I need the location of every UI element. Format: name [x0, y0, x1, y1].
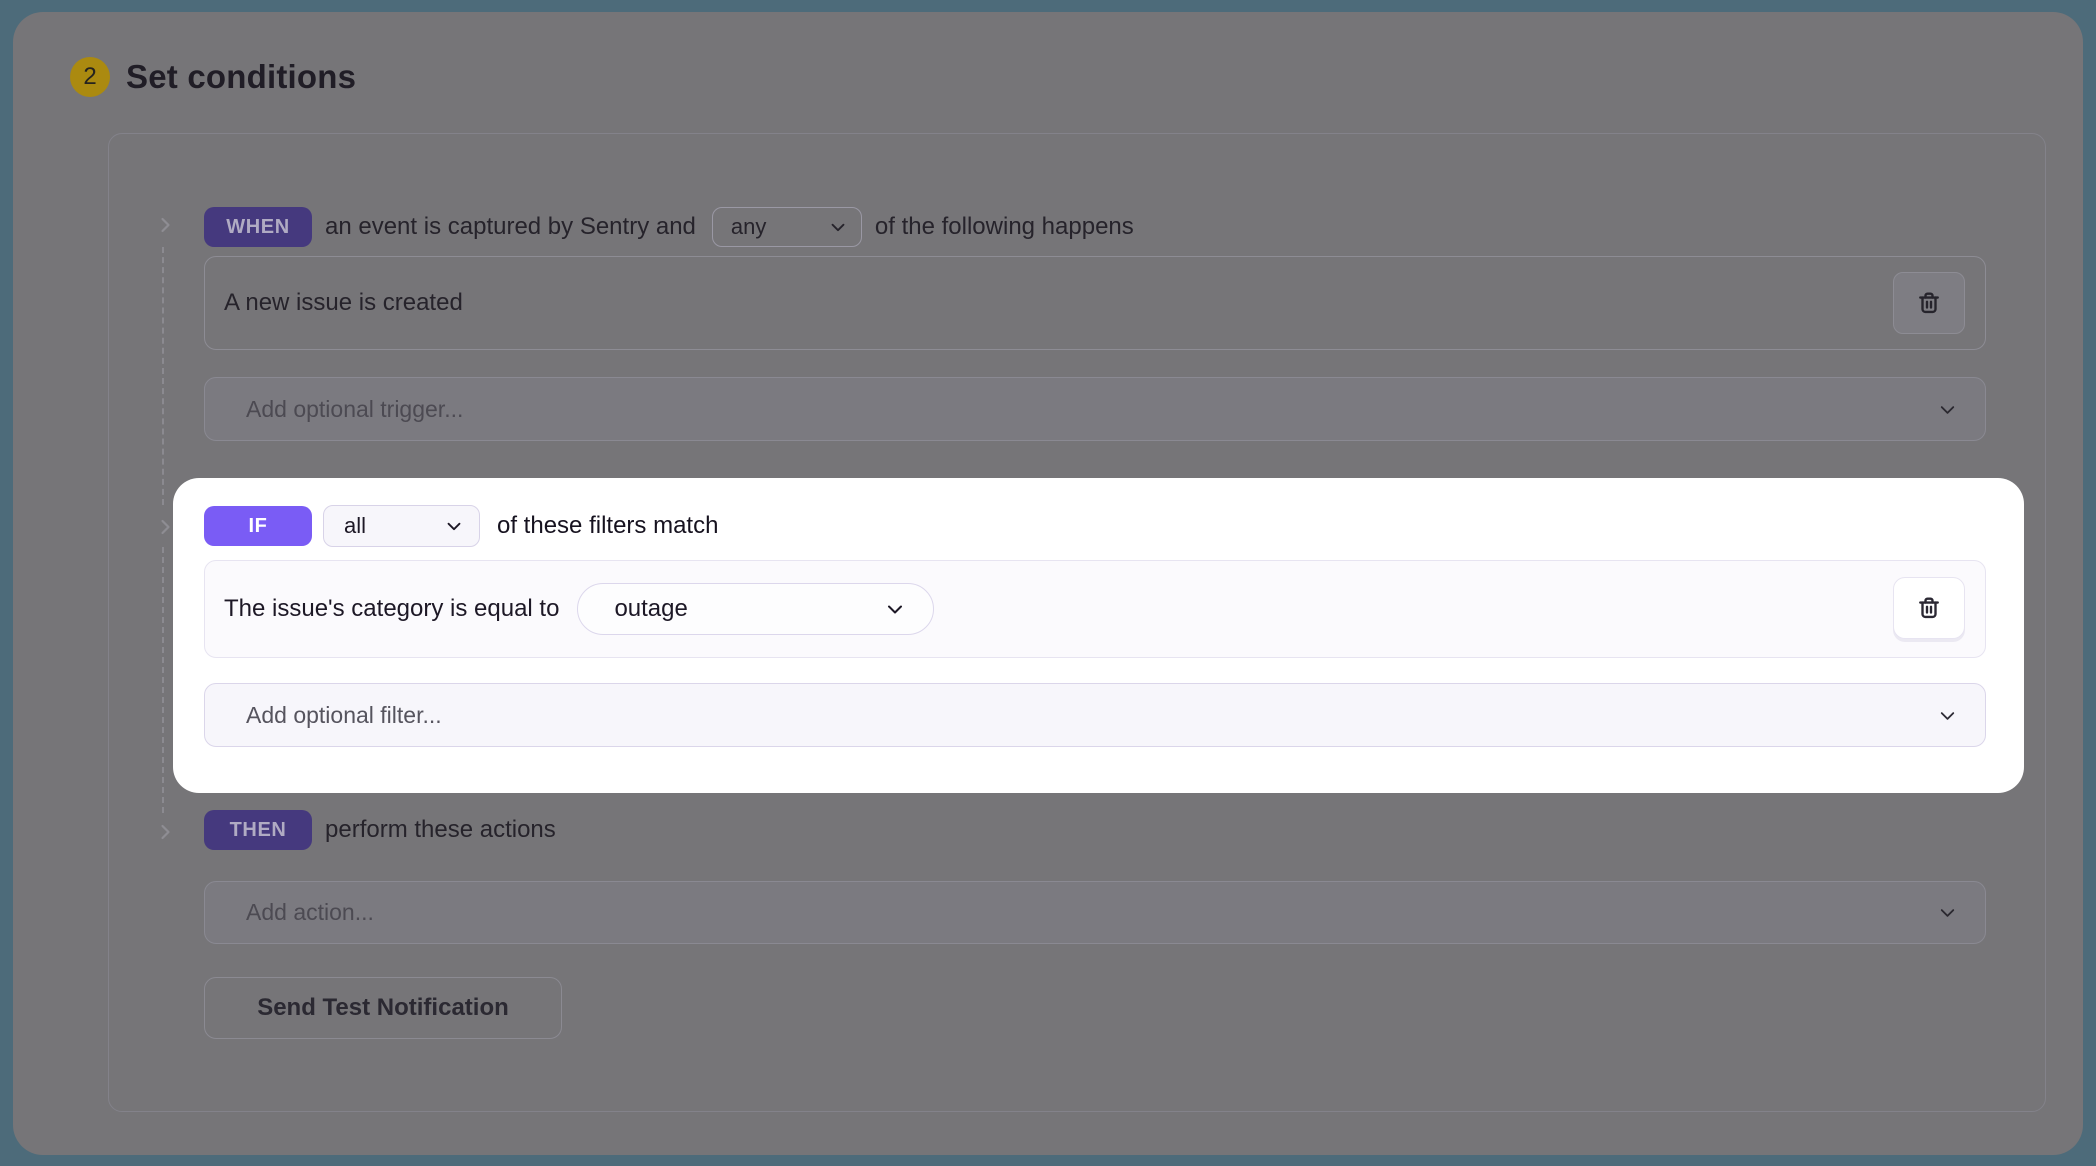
trash-icon — [1919, 292, 1939, 314]
chevron-down-icon — [831, 223, 845, 232]
when-match-select-value: any — [730, 214, 767, 239]
when-sentence-after: of the following happens — [874, 213, 1134, 240]
when-sentence-before: an event is captured by Sentry and — [325, 213, 696, 240]
conditions-panel: WHEN an event is captured by Sentry and … — [108, 133, 2046, 1112]
delete-filter-button[interactable] — [1893, 577, 1965, 639]
add-filter-placeholder: Add optional filter... — [246, 701, 442, 728]
filter-condition-row: The issue's category is equal to outage — [204, 560, 1986, 658]
add-filter-dropdown[interactable]: Add optional filter... — [204, 683, 1986, 747]
chevron-down-icon — [447, 522, 461, 531]
chevron-down-icon — [888, 605, 903, 614]
if-match-select-value: all — [344, 513, 367, 538]
dashed-connector-line — [162, 547, 164, 813]
trash-icon — [1919, 597, 1939, 619]
trigger-condition-text: A new issue is created — [224, 289, 463, 316]
add-trigger-dropdown[interactable]: Add optional trigger... — [204, 377, 1986, 441]
add-action-placeholder: Add action... — [246, 899, 374, 925]
then-sentence: perform these actions — [325, 816, 556, 843]
send-test-notification-button[interactable]: Send Test Notification — [204, 977, 562, 1039]
chevron-right-icon[interactable] — [153, 820, 177, 844]
filter-value-select-value: outage — [614, 595, 688, 622]
step-header: 2 Set conditions — [70, 57, 356, 97]
when-badge: WHEN — [204, 207, 312, 247]
dashed-connector-line — [162, 247, 164, 505]
if-match-select[interactable]: all — [323, 505, 480, 547]
filter-value-select[interactable]: outage — [577, 583, 935, 635]
if-filter-spotlight: IF all of these filters match The issue'… — [173, 478, 2024, 793]
step-number-badge: 2 — [70, 57, 110, 97]
add-trigger-placeholder: Add optional trigger... — [246, 395, 464, 422]
chevron-down-icon — [1940, 405, 1955, 414]
add-action-dropdown[interactable]: Add action... — [204, 881, 1986, 944]
then-label-row: THEN perform these actions — [204, 809, 556, 851]
trigger-condition-row: A new issue is created — [204, 256, 1986, 350]
if-label-row: IF all of these filters match — [204, 505, 718, 547]
if-sentence-after: of these filters match — [497, 512, 719, 539]
dimmed-app-background: 2 Set conditions WHEN an event is captur… — [13, 12, 2083, 1155]
chevron-down-icon — [1940, 711, 1955, 720]
if-badge: IF — [204, 506, 312, 546]
delete-trigger-button[interactable] — [1893, 272, 1965, 334]
chevron-down-icon — [1940, 909, 1955, 917]
when-match-select[interactable]: any — [711, 207, 862, 247]
page-title: Set conditions — [126, 58, 357, 95]
filter-condition-text: The issue's category is equal to — [224, 595, 560, 622]
then-badge: THEN — [204, 810, 312, 850]
when-label-row: WHEN an event is captured by Sentry and … — [204, 206, 1134, 248]
chevron-right-icon[interactable] — [153, 213, 177, 237]
